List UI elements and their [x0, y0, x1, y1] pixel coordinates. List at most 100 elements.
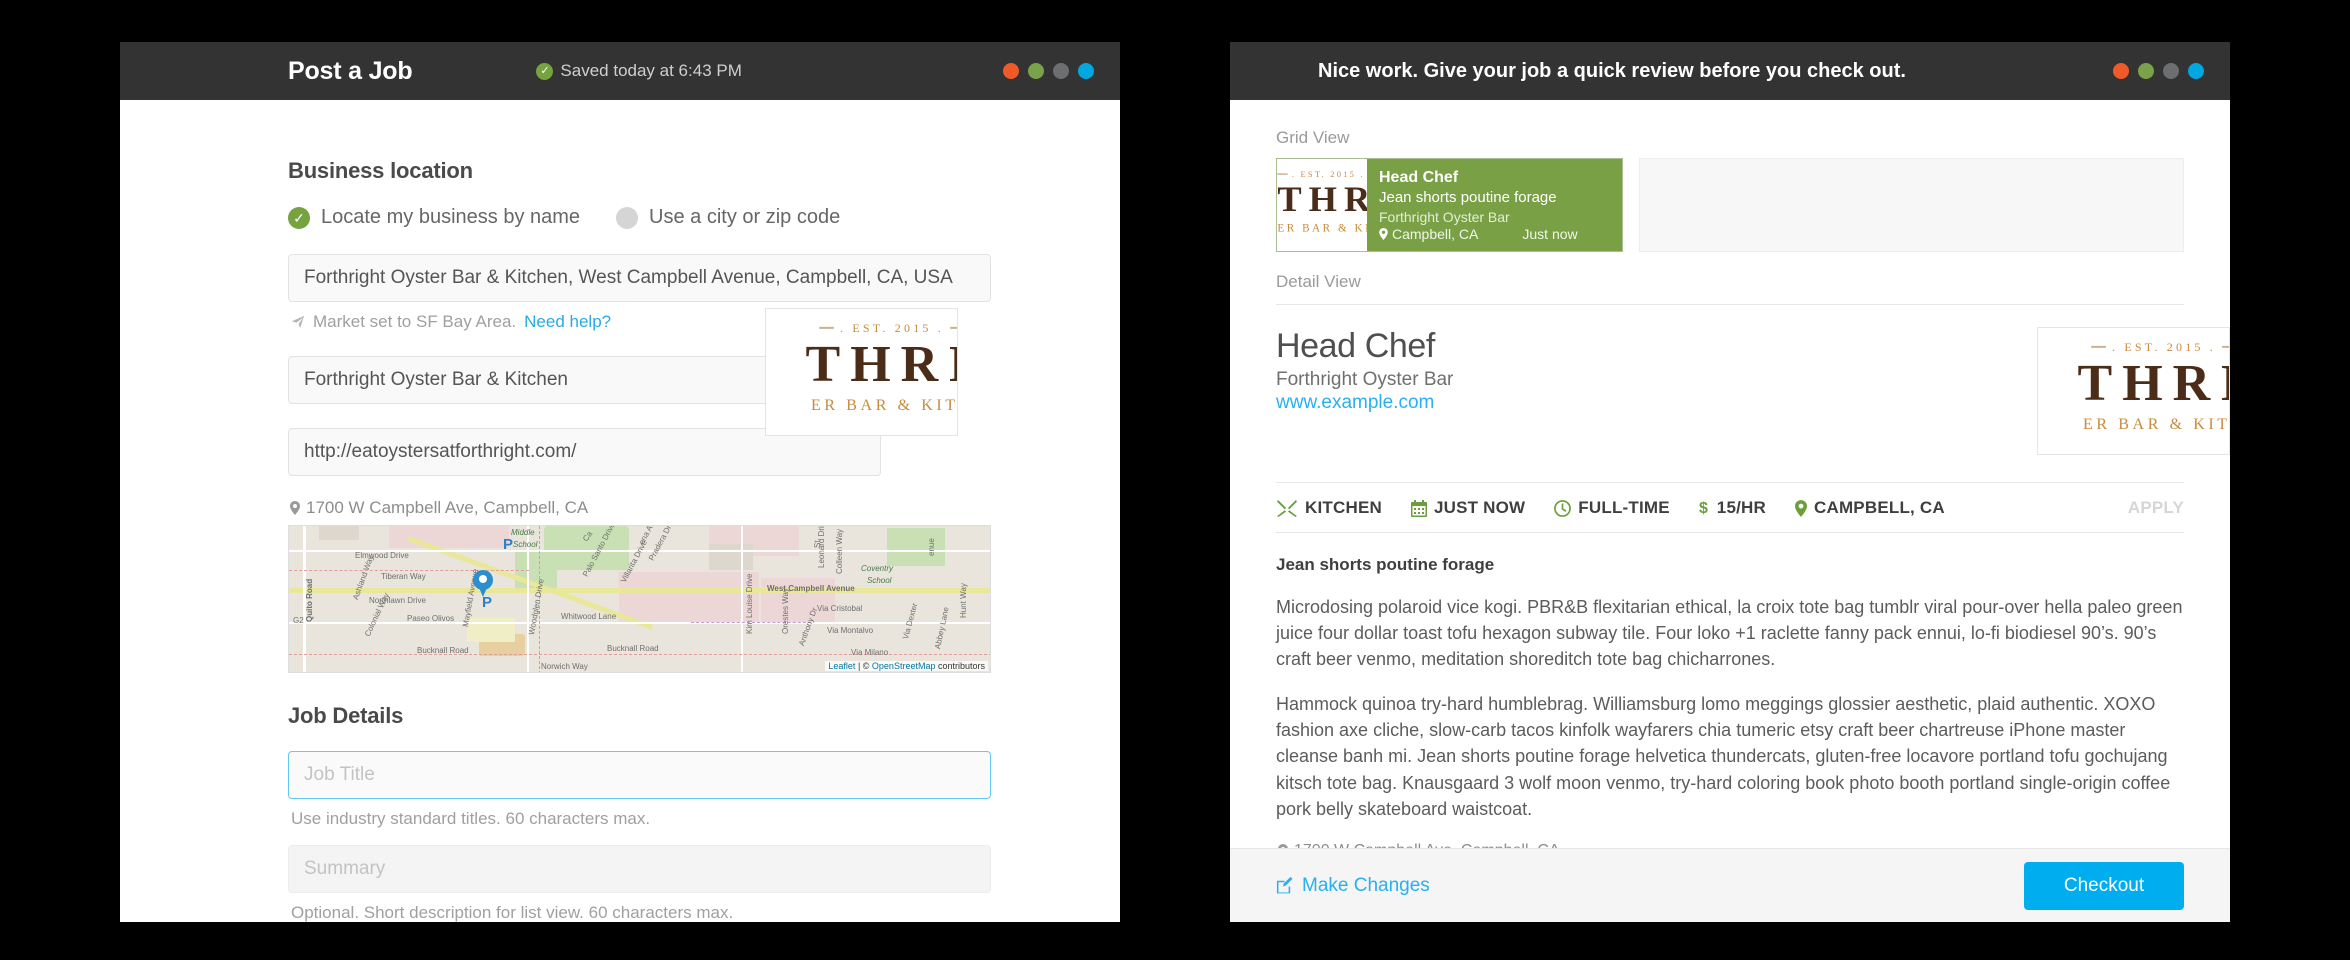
business-location-input[interactable]: Forthright Oyster Bar & Kitchen, West Ca…	[288, 254, 991, 302]
logo-wordmark: THRI	[2077, 355, 2229, 412]
meta-pay-label: 15/HR	[1716, 498, 1766, 517]
market-hint-text: Market set to SF Bay Area.	[313, 312, 517, 331]
checkout-button[interactable]: Checkout	[2024, 861, 2184, 910]
meta-divider-bottom	[1276, 532, 2184, 533]
logo-wordmark: THRI	[1277, 179, 1367, 220]
grid-view-strip: ━━ . EST. 2015 . ━━ THRI ER BAR & KITC H…	[1276, 158, 2184, 252]
grid-card-title: Head Chef	[1379, 169, 1459, 186]
radio-unselected-icon	[616, 206, 639, 229]
screenshot-stage: Post a Job ✓ Saved today at 6:43 PM Busi…	[0, 0, 2350, 960]
market-hint: Market set to SF Bay Area. Need help?	[291, 312, 1120, 332]
window-dot-orange[interactable]	[1003, 63, 1019, 79]
logo-subtitle: ER BAR & KITC	[811, 396, 958, 414]
radio-city-or-zip[interactable]: Use a city or zip code	[616, 206, 840, 229]
svg-text:$: $	[1699, 500, 1708, 517]
grid-view-label: Grid View	[1276, 128, 1350, 147]
saved-status: ✓ Saved today at 6:43 PM	[536, 61, 742, 81]
saved-status-text: Saved today at 6:43 PM	[560, 61, 742, 80]
leaflet-link: Leaflet	[828, 661, 856, 671]
detail-paragraph-2: Hammock quinoa try-hard humblebrag. Will…	[1276, 694, 2171, 819]
review-prompt: Nice work. Give your job a quick review …	[1318, 59, 1906, 82]
meta-posted-label: JUST NOW	[1433, 498, 1526, 517]
grid-card-info: Head Chef Jean shorts poutine forage For…	[1367, 159, 1622, 251]
logo-est-line: ━━ . EST. 2015 . ━━	[819, 321, 958, 335]
detail-website-link[interactable]: www.example.com	[1276, 392, 2017, 414]
radio-locate-by-name[interactable]: ✓ Locate my business by name	[288, 206, 580, 229]
detail-job-title: Head Chef	[1276, 327, 1435, 365]
right-titlebar: Nice work. Give your job a quick review …	[1230, 42, 2230, 100]
job-title-hint: Use industry standard titles. 60 charact…	[291, 809, 1120, 829]
radio-locate-by-name-label: Locate my business by name	[321, 206, 581, 228]
osm-link: OpenStreetMap	[871, 661, 936, 671]
map-location-pin	[473, 570, 493, 598]
grid-card-business: Forthright Oyster Bar	[1379, 208, 1510, 225]
job-meta-row: KITCHEN JUST NOW FULL-TIME $ 15/HR CAMPB…	[1276, 483, 2184, 532]
left-form-body: Business location ✓ Locate my business b…	[120, 100, 1120, 922]
window-dots	[1003, 63, 1094, 79]
grid-card-location-text: Campbell, CA	[1392, 226, 1479, 242]
logo-subtitle: ER BAR & KITC	[2083, 415, 2230, 433]
need-help-link[interactable]: Need help?	[524, 312, 611, 332]
window-dot-gray[interactable]	[2163, 63, 2179, 79]
meta-category: KITCHEN	[1276, 498, 1382, 518]
window-dots-right	[2113, 63, 2204, 79]
radio-city-or-zip-label: Use a city or zip code	[649, 206, 841, 228]
grid-card-footer: Campbell, CA Just now	[1379, 226, 1610, 242]
make-changes-button[interactable]: Make Changes	[1276, 875, 1430, 897]
window-dot-gray[interactable]	[1053, 63, 1069, 79]
make-changes-label: Make Changes	[1302, 874, 1430, 896]
job-title-hint-text: Use industry standard titles. 60 charact…	[291, 809, 651, 828]
map-pin-icon	[1379, 228, 1388, 240]
map-attribution: Leaflet | © OpenStreetMap contributors	[825, 661, 988, 671]
detail-view-label: Detail View	[1276, 272, 1361, 291]
meta-location-label: CAMPBELL, CA	[1813, 498, 1945, 517]
review-body: Grid View ━━ . EST. 2015 . ━━ THRI ER BA…	[1230, 100, 2230, 862]
job-grid-card[interactable]: ━━ . EST. 2015 . ━━ THRI ER BAR & KITC H…	[1276, 158, 1623, 252]
detail-business-name: Forthright Oyster Bar	[1276, 369, 1454, 390]
window-dot-blue[interactable]	[2188, 63, 2204, 79]
review-footer: Make Changes Checkout	[1230, 848, 2230, 922]
window-dot-blue[interactable]	[1078, 63, 1094, 79]
business-logo-preview: ━━ . EST. 2015 . ━━ THRI ER BAR & KITC	[765, 308, 958, 436]
meta-location: CAMPBELL, CA	[1794, 498, 1945, 518]
calendar-icon	[1410, 499, 1427, 517]
business-location-map[interactable]: Quito Road Elmwood Drive Ashland Way Tib…	[288, 525, 991, 673]
left-map-address: 1700 W Campbell Ave, Campbell, CA	[290, 498, 1120, 518]
edit-pencil-icon	[1276, 877, 1293, 894]
job-title-input[interactable]: Job Title	[288, 751, 991, 799]
window-dot-orange[interactable]	[2113, 63, 2129, 79]
apply-button[interactable]: APPLY	[2128, 498, 2184, 518]
window-dot-green[interactable]	[1028, 63, 1044, 79]
dollar-icon: $	[1699, 499, 1710, 517]
logo-est-line: ━━ . EST. 2015 . ━━	[1277, 169, 1365, 179]
job-summary-input[interactable]: Summary	[288, 845, 991, 893]
logo-est-line: ━━ . EST. 2015 . ━━	[2091, 340, 2230, 354]
clock-icon	[1554, 499, 1572, 517]
radio-selected-icon: ✓	[288, 206, 310, 229]
check-circle-icon: ✓	[536, 62, 554, 80]
window-dot-green[interactable]	[2138, 63, 2154, 79]
meta-category-label: KITCHEN	[1305, 498, 1382, 517]
detail-paragraph-1: Microdosing polaroid vice kogi. PBR&B fl…	[1276, 597, 2183, 670]
left-titlebar: Post a Job ✓ Saved today at 6:43 PM	[120, 42, 1120, 100]
location-mode-radios: ✓ Locate my business by name Use a city …	[288, 206, 1120, 229]
logo-wordmark: THRI	[805, 336, 957, 393]
job-review-window: Nice work. Give your job a quick review …	[1230, 42, 2230, 922]
post-a-job-window: Post a Job ✓ Saved today at 6:43 PM Busi…	[120, 42, 1120, 922]
business-location-heading: Business location	[288, 158, 473, 183]
grid-card-summary: Jean shorts poutine forage	[1379, 189, 1557, 206]
grid-card-logo: ━━ . EST. 2015 . ━━ THRI ER BAR & KITC	[1277, 159, 1367, 251]
grid-card-location: Campbell, CA	[1379, 226, 1478, 242]
meta-schedule: FULL-TIME	[1554, 498, 1670, 518]
meta-pay: $ 15/HR	[1699, 498, 1766, 518]
detail-business-logo: ━━ . EST. 2015 . ━━ THRI ER BAR & KITC	[2037, 327, 2230, 455]
utensils-icon	[1276, 499, 1298, 517]
map-pin-icon	[1794, 499, 1807, 517]
map-pin-icon	[290, 501, 300, 515]
meta-posted: JUST NOW	[1410, 498, 1526, 518]
job-summary-hint-text: Optional. Short description for list vie…	[291, 903, 734, 922]
detail-header: Head Chef Forthright Oyster Bar www.exam…	[1276, 305, 2230, 455]
meta-schedule-label: FULL-TIME	[1578, 498, 1670, 517]
job-details-heading: Job Details	[288, 703, 404, 728]
page-title: Post a Job	[288, 56, 413, 85]
